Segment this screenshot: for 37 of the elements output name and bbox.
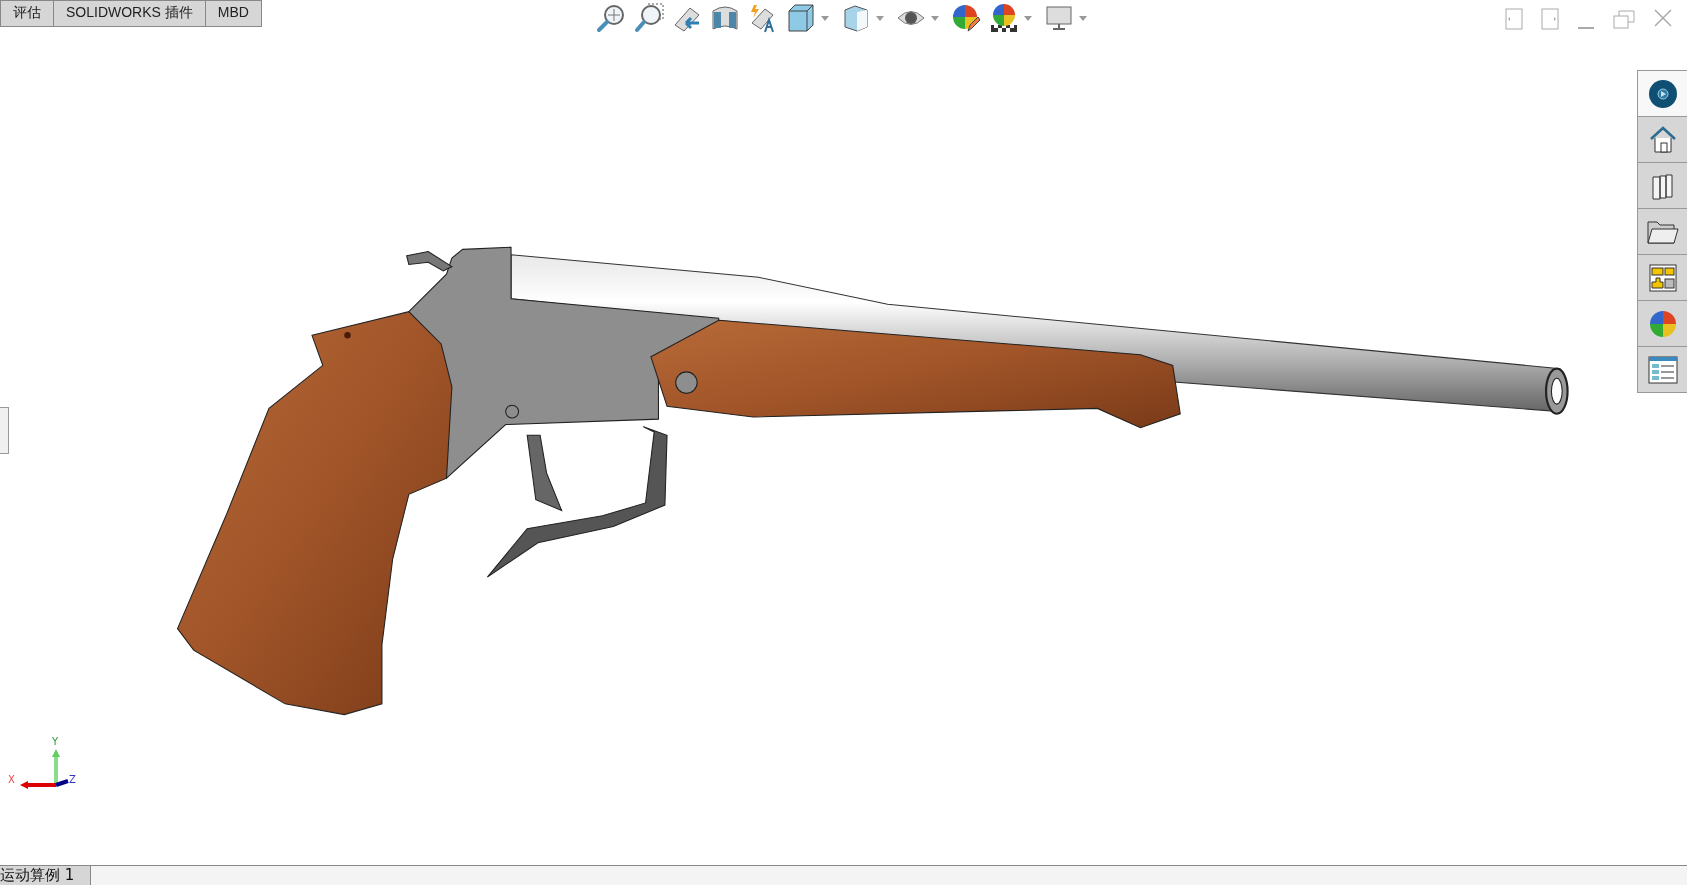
command-tab[interactable]: 评估 [0,0,54,27]
task-pane-tab[interactable] [1638,163,1687,209]
task-pane-tab[interactable] [1638,117,1687,163]
color-ball-icon[interactable] [1647,308,1678,339]
books-icon[interactable] [1649,171,1676,200]
close-icon[interactable] [1653,8,1673,28]
caret-icon[interactable] [1079,15,1087,21]
collapse-handle[interactable] [0,407,9,454]
home-icon[interactable] [1648,125,1677,154]
play-disc-icon[interactable] [1647,78,1678,109]
caret-icon[interactable] [821,15,829,21]
axis-label: X [8,774,15,785]
caret-icon[interactable] [1024,15,1032,21]
cube-icon[interactable] [786,3,816,33]
color-ball-checker-icon[interactable] [989,3,1019,33]
command-tab[interactable]: MBD [205,0,262,27]
layout-icon[interactable] [1648,263,1677,292]
caret-icon[interactable] [876,15,884,21]
list-icon[interactable] [1647,355,1678,384]
section-view-icon[interactable] [710,3,740,33]
task-pane-tab[interactable] [1638,301,1687,347]
task-pane-tab[interactable] [1638,347,1687,392]
folder-icon[interactable] [1646,218,1679,245]
caret-icon[interactable] [931,15,939,21]
command-tab[interactable]: SOLIDWORKS 插件 [54,0,206,27]
axis-label: Z [69,774,76,785]
magnifier-icon[interactable] [634,3,664,33]
shaded-cube-icon[interactable] [841,3,871,33]
axis-triad-drawing [20,749,69,789]
motion-study-tab[interactable]: 运动算例 1 [0,866,92,885]
monitor-icon[interactable] [1044,3,1074,33]
axis-label: Y [52,736,59,747]
task-pane-tab[interactable] [1638,255,1687,301]
task-pane-tab[interactable] [1638,71,1687,117]
color-ball-pencil-icon[interactable] [951,3,981,33]
task-pane-tab[interactable] [1638,209,1687,255]
magnifier-icon[interactable] [596,3,626,33]
